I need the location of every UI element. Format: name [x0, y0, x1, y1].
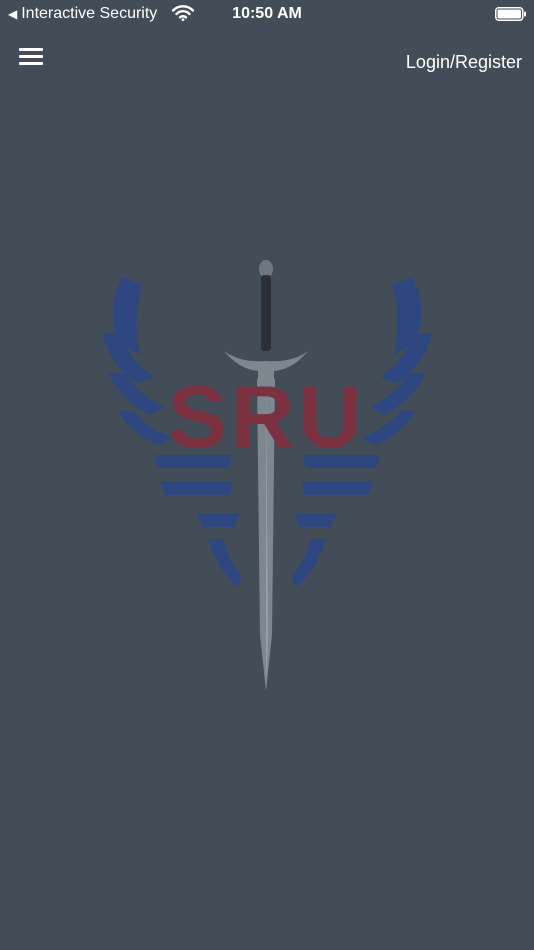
- sru-logo: SRU: [102, 260, 432, 691]
- hamburger-menu-button[interactable]: [14, 42, 48, 72]
- status-time: 10:50 AM: [232, 5, 302, 22]
- logo-text: SRU: [168, 367, 366, 466]
- status-bar: ◀ Interactive Security 10:50 AM: [0, 0, 534, 28]
- battery-icon: [495, 7, 526, 21]
- login-register-link[interactable]: Login/Register: [406, 50, 522, 74]
- sword-icon: [224, 260, 308, 691]
